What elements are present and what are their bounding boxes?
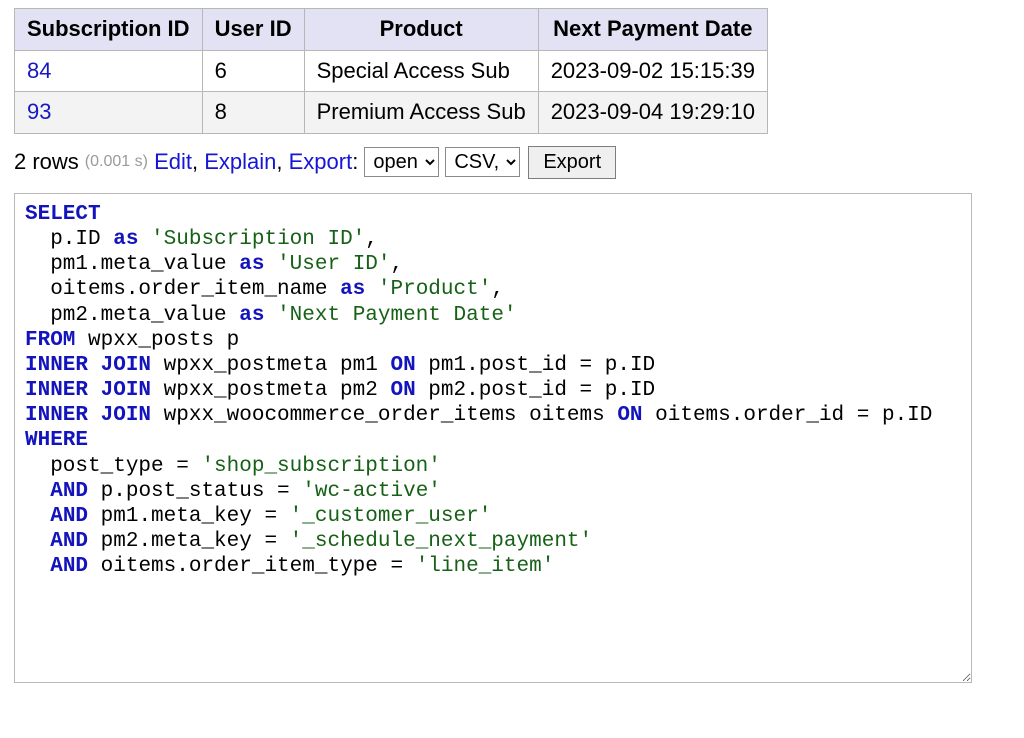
explain-link[interactable]: Explain (204, 149, 276, 175)
cell-product: Special Access Sub (304, 50, 538, 92)
table-row: 93 8 Premium Access Sub 2023-09-04 19:29… (15, 92, 768, 134)
rows-count: 2 rows (14, 149, 79, 175)
status-line: 2 rows (0.001 s) Edit, Explain, Export: … (14, 146, 1010, 179)
cell-next-payment: 2023-09-02 15:15:39 (538, 50, 767, 92)
export-button[interactable]: Export (528, 146, 616, 179)
table-header-row: Subscription ID User ID Product Next Pay… (15, 9, 768, 51)
column-header[interactable]: User ID (202, 9, 304, 51)
column-header[interactable]: Subscription ID (15, 9, 203, 51)
sql-textarea[interactable]: SELECT p.ID as 'Subscription ID', pm1.me… (14, 193, 972, 683)
results-table: Subscription ID User ID Product Next Pay… (14, 8, 768, 134)
column-header[interactable]: Next Payment Date (538, 9, 767, 51)
export-format-select[interactable]: CSV, (445, 147, 520, 177)
cell-user-id: 6 (202, 50, 304, 92)
table-row: 84 6 Special Access Sub 2023-09-02 15:15… (15, 50, 768, 92)
export-how-select[interactable]: open (364, 147, 439, 177)
export-link[interactable]: Export (289, 149, 353, 175)
cell-user-id: 8 (202, 92, 304, 134)
subscription-id-link[interactable]: 84 (27, 58, 51, 83)
query-timing: (0.001 s) (85, 153, 148, 171)
cell-product: Premium Access Sub (304, 92, 538, 134)
column-header[interactable]: Product (304, 9, 538, 51)
edit-link[interactable]: Edit (154, 149, 192, 175)
subscription-id-link[interactable]: 93 (27, 99, 51, 124)
cell-next-payment: 2023-09-04 19:29:10 (538, 92, 767, 134)
